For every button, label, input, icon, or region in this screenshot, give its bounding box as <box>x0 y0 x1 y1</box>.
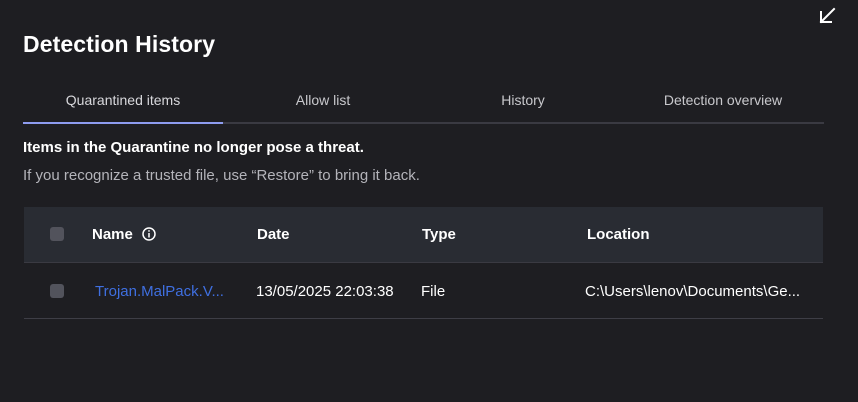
row-checkbox[interactable] <box>50 284 64 298</box>
table-row[interactable]: Trojan.MalPack.V... 13/05/2025 22:03:38 … <box>24 263 823 319</box>
column-header-date[interactable]: Date <box>257 226 290 243</box>
quarantine-table: Name Date Type Location Trojan.MalPack.V… <box>24 207 823 319</box>
page-title: Detection History <box>23 31 216 57</box>
detection-type: File <box>421 283 446 300</box>
tab-quarantined-items[interactable]: Quarantined items <box>23 84 223 124</box>
tab-history[interactable]: History <box>423 84 623 122</box>
collapse-icon[interactable] <box>816 5 838 27</box>
quarantine-headline: Items in the Quarantine no longer pose a… <box>23 139 364 156</box>
tab-allow-list[interactable]: Allow list <box>223 84 423 122</box>
column-header-name[interactable]: Name <box>92 226 133 243</box>
detection-name-link[interactable]: Trojan.MalPack.V... <box>95 283 224 300</box>
select-all-checkbox[interactable] <box>50 227 64 241</box>
quarantine-subtext: If you recognize a trusted file, use “Re… <box>23 167 420 184</box>
detection-date: 13/05/2025 22:03:38 <box>256 283 394 300</box>
column-header-location[interactable]: Location <box>587 226 650 243</box>
detection-location: C:\Users\lenov\Documents\Ge... <box>585 283 801 300</box>
table-header: Name Date Type Location <box>24 207 823 263</box>
tab-bar: Quarantined items Allow list History Det… <box>23 84 824 124</box>
tab-detection-overview[interactable]: Detection overview <box>623 84 823 122</box>
info-icon[interactable] <box>141 226 157 242</box>
column-header-type[interactable]: Type <box>422 226 456 243</box>
